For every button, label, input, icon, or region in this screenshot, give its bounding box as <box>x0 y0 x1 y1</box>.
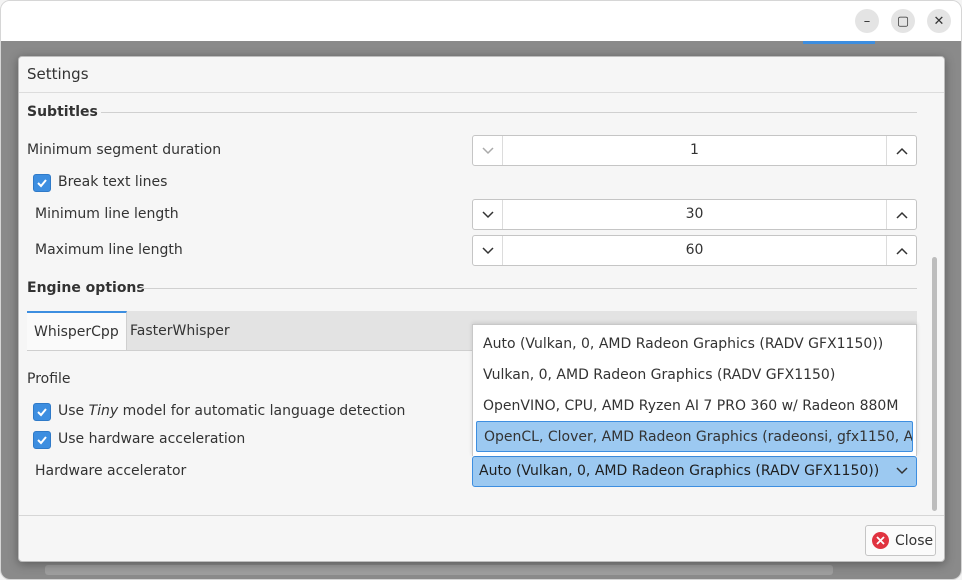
close-icon: ✕ <box>933 13 945 29</box>
dialog-titlebar: Settings <box>19 57 944 93</box>
accelerator-selected-value: Auto (Vulkan, 0, AMD Radeon Graphics (RA… <box>479 463 880 479</box>
settings-scrollbar-thumb[interactable] <box>932 257 937 511</box>
checkmark-icon <box>37 436 47 445</box>
profile-label: Profile <box>27 371 71 387</box>
break-lines-label: Break text lines <box>58 174 168 190</box>
hw-accel-label: Use hardware acceleration <box>58 431 246 447</box>
main-titlebar: – ▢ ✕ <box>1 1 961 41</box>
accelerator-option-highlighted[interactable]: OpenCL, Clover, AMD Radeon Graphics (rad… <box>476 421 913 452</box>
footer-divider <box>19 515 944 516</box>
min-line-decrement[interactable] <box>473 200 503 229</box>
min-segment-label: Minimum segment duration <box>27 142 222 158</box>
accelerator-option[interactable]: Vulkan, 0, AMD Radeon Graphics (RADV GFX… <box>473 359 916 390</box>
min-line-spinbox[interactable]: 30 <box>472 199 917 230</box>
engine-options-divider <box>139 288 917 289</box>
min-line-label: Minimum line length <box>35 206 179 222</box>
tiny-model-checkbox[interactable] <box>33 403 51 421</box>
tiny-model-label-suffix: model for automatic language detection <box>118 403 406 419</box>
main-bottom-field <box>45 565 833 575</box>
main-tab-indicator <box>803 41 875 44</box>
window-close-button[interactable]: ✕ <box>927 9 951 33</box>
min-segment-spinbox[interactable]: 1 <box>472 135 917 166</box>
chevron-down-icon <box>481 146 494 154</box>
chevron-up-icon <box>895 211 908 219</box>
accelerator-option[interactable]: OpenVINO, CPU, AMD Ryzen AI 7 PRO 360 w/… <box>473 390 916 421</box>
min-line-increment[interactable] <box>886 200 916 229</box>
tiny-model-label-emphasis: Tiny <box>88 403 119 419</box>
checkmark-icon <box>37 179 47 188</box>
min-line-value: 30 <box>685 206 704 222</box>
maximize-icon: ▢ <box>896 13 910 29</box>
minimize-button[interactable]: – <box>855 9 879 33</box>
max-line-spinbox[interactable]: 60 <box>472 235 917 266</box>
accelerator-combobox[interactable]: Auto (Vulkan, 0, AMD Radeon Graphics (RA… <box>472 456 917 487</box>
tab-fasterwhisper[interactable]: FasterWhisper <box>123 311 237 350</box>
max-line-value: 60 <box>685 242 704 258</box>
dialog-title: Settings <box>27 65 89 83</box>
max-line-decrement[interactable] <box>473 236 503 265</box>
min-segment-increment[interactable] <box>886 136 916 165</box>
close-button[interactable]: Close <box>865 525 936 556</box>
accelerator-label: Hardware accelerator <box>35 463 187 479</box>
break-lines-checkbox[interactable] <box>33 174 51 192</box>
close-button-label: Close <box>895 532 934 549</box>
chevron-down-icon <box>896 467 908 475</box>
tiny-model-label-prefix: Use <box>58 403 89 419</box>
subtitles-divider <box>101 112 917 113</box>
checkmark-icon <box>37 408 47 417</box>
chevron-down-icon <box>481 210 494 218</box>
accelerator-option[interactable]: Auto (Vulkan, 0, AMD Radeon Graphics (RA… <box>473 328 916 359</box>
tab-whispercpp[interactable]: WhisperCpp <box>27 311 127 350</box>
chevron-up-icon <box>895 147 908 155</box>
minimize-icon: – <box>863 13 871 29</box>
settings-dialog: Settings Subtitles Minimum segment durat… <box>18 56 945 562</box>
accelerator-dropdown-list: Auto (Vulkan, 0, AMD Radeon Graphics (RA… <box>472 324 917 456</box>
min-segment-value: 1 <box>690 142 699 158</box>
subtitles-heading: Subtitles <box>27 104 98 120</box>
chevron-down-icon <box>481 246 494 254</box>
engine-options-heading: Engine options <box>27 280 145 296</box>
hw-accel-checkbox[interactable] <box>33 431 51 449</box>
min-segment-decrement[interactable] <box>473 136 503 165</box>
close-icon <box>872 532 889 549</box>
max-line-label: Maximum line length <box>35 242 183 258</box>
chevron-up-icon <box>895 247 908 255</box>
maximize-button[interactable]: ▢ <box>891 9 915 33</box>
max-line-increment[interactable] <box>886 236 916 265</box>
tiny-model-label: Use Tiny model for automatic language de… <box>58 403 405 419</box>
